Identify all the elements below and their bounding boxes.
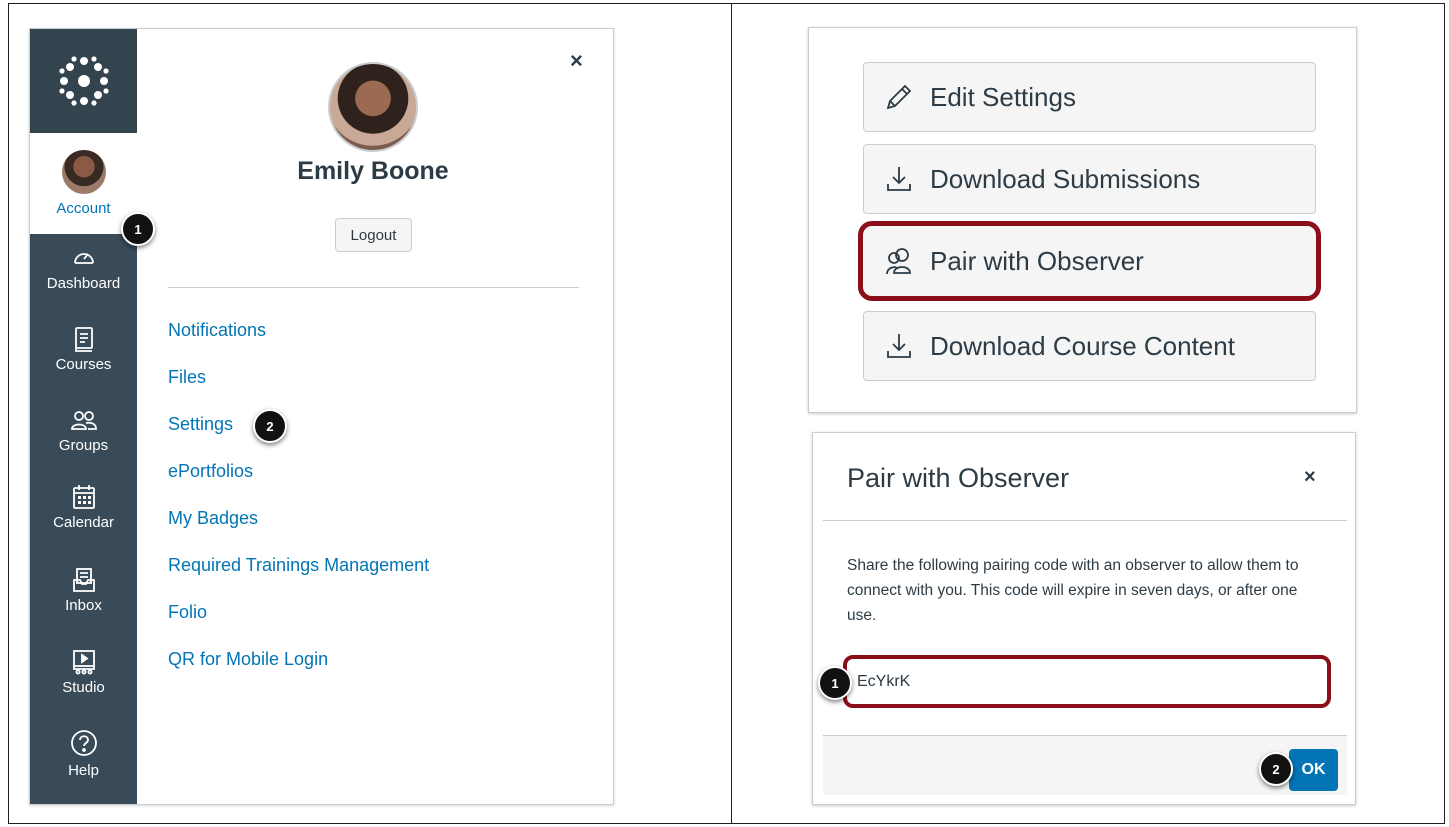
global-navigation: Account Dashboard Courses Groups Calenda… bbox=[30, 29, 137, 804]
nav-label: Inbox bbox=[65, 597, 102, 614]
nav-item-courses[interactable]: Courses bbox=[30, 326, 137, 373]
frame-divider bbox=[731, 3, 732, 824]
link-eportfolios[interactable]: ePortfolios bbox=[168, 461, 253, 482]
download-icon bbox=[884, 164, 926, 194]
nav-label: Courses bbox=[55, 356, 112, 373]
user-name: Emily Boone bbox=[297, 157, 449, 185]
link-folio[interactable]: Folio bbox=[168, 602, 207, 623]
ok-button[interactable]: OK bbox=[1289, 749, 1338, 791]
step-badge-1: 1 bbox=[818, 666, 852, 700]
account-avatar bbox=[61, 150, 106, 194]
link-settings[interactable]: Settings bbox=[168, 414, 233, 435]
modal-close-icon[interactable]: × bbox=[1304, 466, 1316, 489]
studio-icon bbox=[30, 649, 137, 675]
calendar-icon bbox=[30, 484, 137, 510]
download-icon bbox=[884, 331, 926, 361]
pencil-icon bbox=[884, 82, 926, 112]
download-submissions-button[interactable]: Download Submissions bbox=[863, 144, 1316, 214]
account-tray-panel: Account Dashboard Courses Groups Calenda… bbox=[29, 28, 614, 805]
nav-item-help[interactable]: Help bbox=[30, 728, 137, 779]
logout-button[interactable]: Logout bbox=[335, 218, 412, 252]
canvas-logo-icon[interactable] bbox=[30, 29, 137, 133]
link-required-trainings[interactable]: Required Trainings Management bbox=[168, 555, 429, 576]
modal-title: Pair with Observer bbox=[847, 463, 1070, 493]
button-label: Download Submissions bbox=[930, 163, 1201, 194]
nav-item-calendar[interactable]: Calendar bbox=[30, 484, 137, 531]
nav-label: Dashboard bbox=[46, 275, 121, 292]
inbox-icon bbox=[30, 567, 137, 593]
dashboard-icon bbox=[30, 245, 137, 271]
nav-item-account[interactable]: Account bbox=[30, 133, 137, 234]
button-label: Pair with Observer bbox=[930, 245, 1144, 276]
button-label: Edit Settings bbox=[930, 81, 1076, 112]
groups-icon bbox=[30, 407, 137, 433]
nav-label: Calendar bbox=[53, 514, 114, 531]
nav-label: Studio bbox=[62, 679, 105, 696]
button-label: Download Course Content bbox=[930, 330, 1235, 361]
courses-icon bbox=[30, 326, 137, 352]
link-qr-mobile-login[interactable]: QR for Mobile Login bbox=[168, 649, 328, 670]
profile-avatar bbox=[328, 62, 418, 152]
pair-with-observer-button[interactable]: Pair with Observer bbox=[858, 221, 1321, 301]
step-badge-2: 2 bbox=[1259, 752, 1293, 786]
nav-item-inbox[interactable]: Inbox bbox=[30, 567, 137, 614]
nav-label: Groups bbox=[58, 437, 109, 454]
help-icon bbox=[30, 728, 137, 758]
nav-item-dashboard[interactable]: Dashboard bbox=[30, 245, 137, 292]
nav-item-studio[interactable]: Studio bbox=[30, 649, 137, 696]
users-icon bbox=[884, 246, 926, 276]
step-badge-2: 2 bbox=[253, 409, 287, 443]
nav-item-groups[interactable]: Groups bbox=[30, 407, 137, 454]
edit-settings-button[interactable]: Edit Settings bbox=[863, 62, 1316, 132]
step-badge-1: 1 bbox=[121, 212, 155, 246]
tray-divider bbox=[168, 287, 579, 288]
modal-body-text: Share the following pairing code with an… bbox=[847, 557, 1299, 624]
download-course-content-button[interactable]: Download Course Content bbox=[863, 311, 1316, 381]
link-notifications[interactable]: Notifications bbox=[168, 320, 266, 341]
tray-close-icon[interactable]: × bbox=[570, 48, 583, 74]
pairing-code-field[interactable]: EcYkrK bbox=[843, 655, 1331, 708]
link-my-badges[interactable]: My Badges bbox=[168, 508, 258, 529]
link-files[interactable]: Files bbox=[168, 367, 206, 388]
nav-account-label: Account bbox=[56, 200, 111, 217]
modal-divider bbox=[823, 520, 1347, 521]
nav-label: Help bbox=[68, 762, 99, 779]
